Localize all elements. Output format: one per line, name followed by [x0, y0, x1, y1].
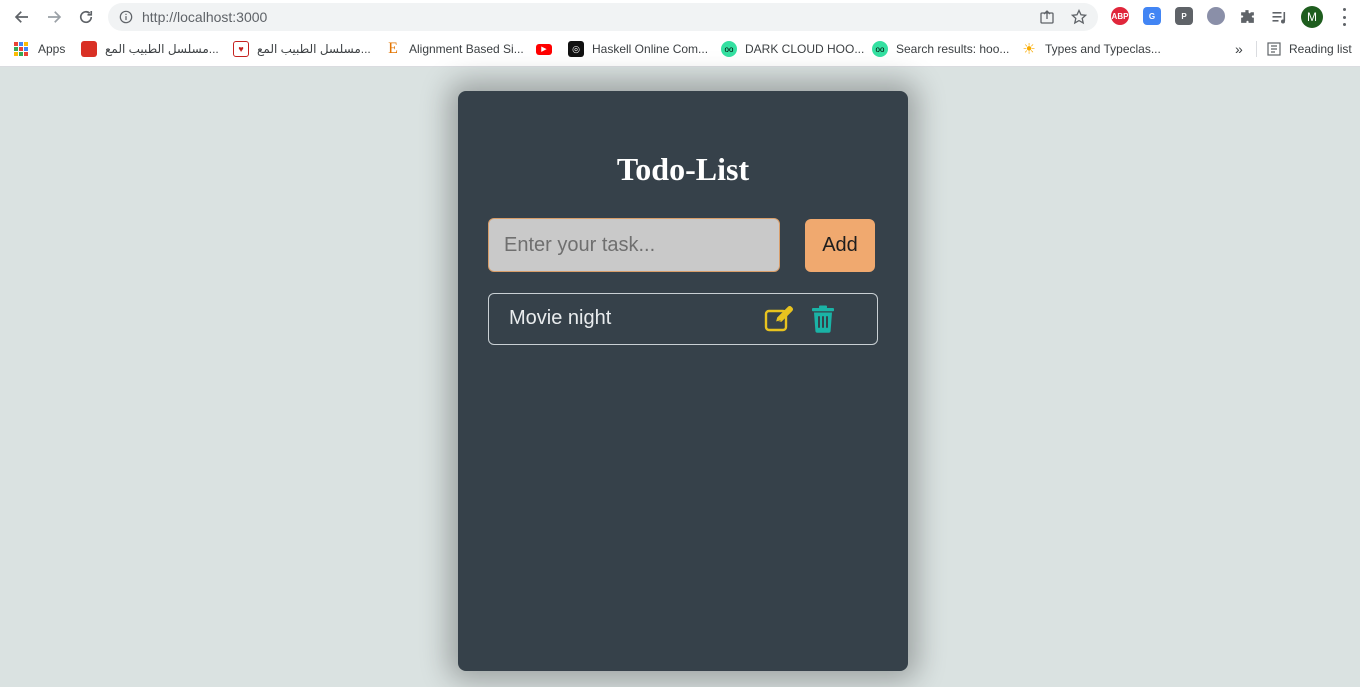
arrow-left-icon [14, 11, 28, 23]
bookmark-youtube[interactable]: ▶ [536, 40, 560, 58]
bookmark-label: Apps [38, 42, 66, 56]
puzzle-extensions-icon[interactable] [1239, 8, 1256, 25]
apps-grid-icon [14, 42, 28, 56]
browser-chrome: http://localhost:3000 ABP G P M Apps مسل… [0, 0, 1360, 67]
reading-list-label: Reading list [1289, 42, 1352, 56]
heart-bookmark-icon: ♥ [233, 41, 249, 57]
sun-icon: ☀ [1022, 41, 1036, 58]
translate-extension-icon[interactable]: G [1143, 7, 1161, 25]
list-item: Movie night [488, 293, 878, 345]
url-port: :3000 [232, 9, 268, 25]
tripadvisor-icon: oo [872, 41, 888, 57]
address-bar[interactable]: http://localhost:3000 [108, 3, 1098, 31]
reading-list-button[interactable]: Reading list [1267, 40, 1352, 58]
bookmark-item[interactable]: ☀ Types and Typeclas... [1021, 40, 1161, 58]
bookmark-item[interactable]: ♥ مسلسل الطبيب المع... [233, 40, 371, 58]
letter-e-icon: E [388, 40, 398, 57]
bookmark-item[interactable]: oo DARK CLOUD HOO... [721, 40, 864, 58]
url-text: http://localhost:3000 [142, 9, 267, 25]
bookmark-item[interactable]: مسلسل الطبيب المع... [81, 40, 219, 58]
bookmark-label: Alignment Based Si... [409, 42, 524, 56]
profile-avatar[interactable]: M [1301, 6, 1323, 28]
youtube-icon: ▶ [536, 43, 552, 55]
red-bookmark-icon [81, 41, 97, 57]
haskell-icon: ◎ [568, 41, 584, 57]
bookmark-label: Search results: hoo... [896, 42, 1010, 56]
bookmark-label: DARK CLOUD HOO... [745, 42, 865, 56]
pocket-extension-icon[interactable]: P [1175, 7, 1193, 25]
bookmarks-divider [1256, 41, 1257, 57]
share-icon[interactable] [1039, 9, 1055, 25]
todo-card: Todo-List Add Movie night [458, 91, 908, 671]
bookmark-label: Haskell Online Com... [592, 42, 709, 56]
page-title: Todo-List [616, 151, 750, 187]
info-icon [119, 10, 133, 24]
bookmark-apps[interactable]: Apps [14, 40, 65, 58]
url-host: http://localhost [142, 9, 233, 25]
browser-toolbar: http://localhost:3000 ABP G P M [0, 0, 1360, 34]
circle-extension-icon[interactable] [1207, 7, 1225, 25]
todo-text: Movie night [509, 307, 612, 329]
tripadvisor-icon: oo [721, 41, 737, 57]
back-button[interactable] [10, 5, 34, 29]
bookmark-item[interactable]: oo Search results: hoo... [872, 40, 1009, 58]
arrow-right-icon [48, 11, 62, 23]
media-queue-icon[interactable] [1271, 9, 1288, 25]
trash-icon[interactable] [811, 305, 835, 333]
reload-button[interactable] [74, 5, 98, 29]
bookmark-label: مسلسل الطبيب المع... [257, 42, 371, 56]
reading-list-icon [1267, 42, 1281, 56]
edit-icon[interactable] [764, 305, 794, 333]
bookmark-star-icon[interactable] [1071, 9, 1087, 25]
browser-menu-icon[interactable] [1336, 8, 1352, 26]
bookmark-label: مسلسل الطبيب المع... [105, 42, 219, 56]
bookmarks-overflow-button[interactable]: » [1235, 40, 1243, 58]
bookmark-label: Types and Typeclas... [1045, 42, 1161, 56]
forward-button[interactable] [42, 5, 66, 29]
bookmarks-bar: Apps مسلسل الطبيب المع... ♥ مسلسل الطبيب… [0, 36, 1360, 62]
reload-icon [79, 10, 93, 24]
task-input[interactable] [488, 218, 780, 272]
add-button[interactable]: Add [805, 219, 875, 272]
adblock-extension-icon[interactable]: ABP [1111, 7, 1129, 25]
bookmark-item[interactable]: ◎ Haskell Online Com... [568, 40, 708, 58]
bookmark-item[interactable]: E Alignment Based Si... [385, 40, 524, 58]
